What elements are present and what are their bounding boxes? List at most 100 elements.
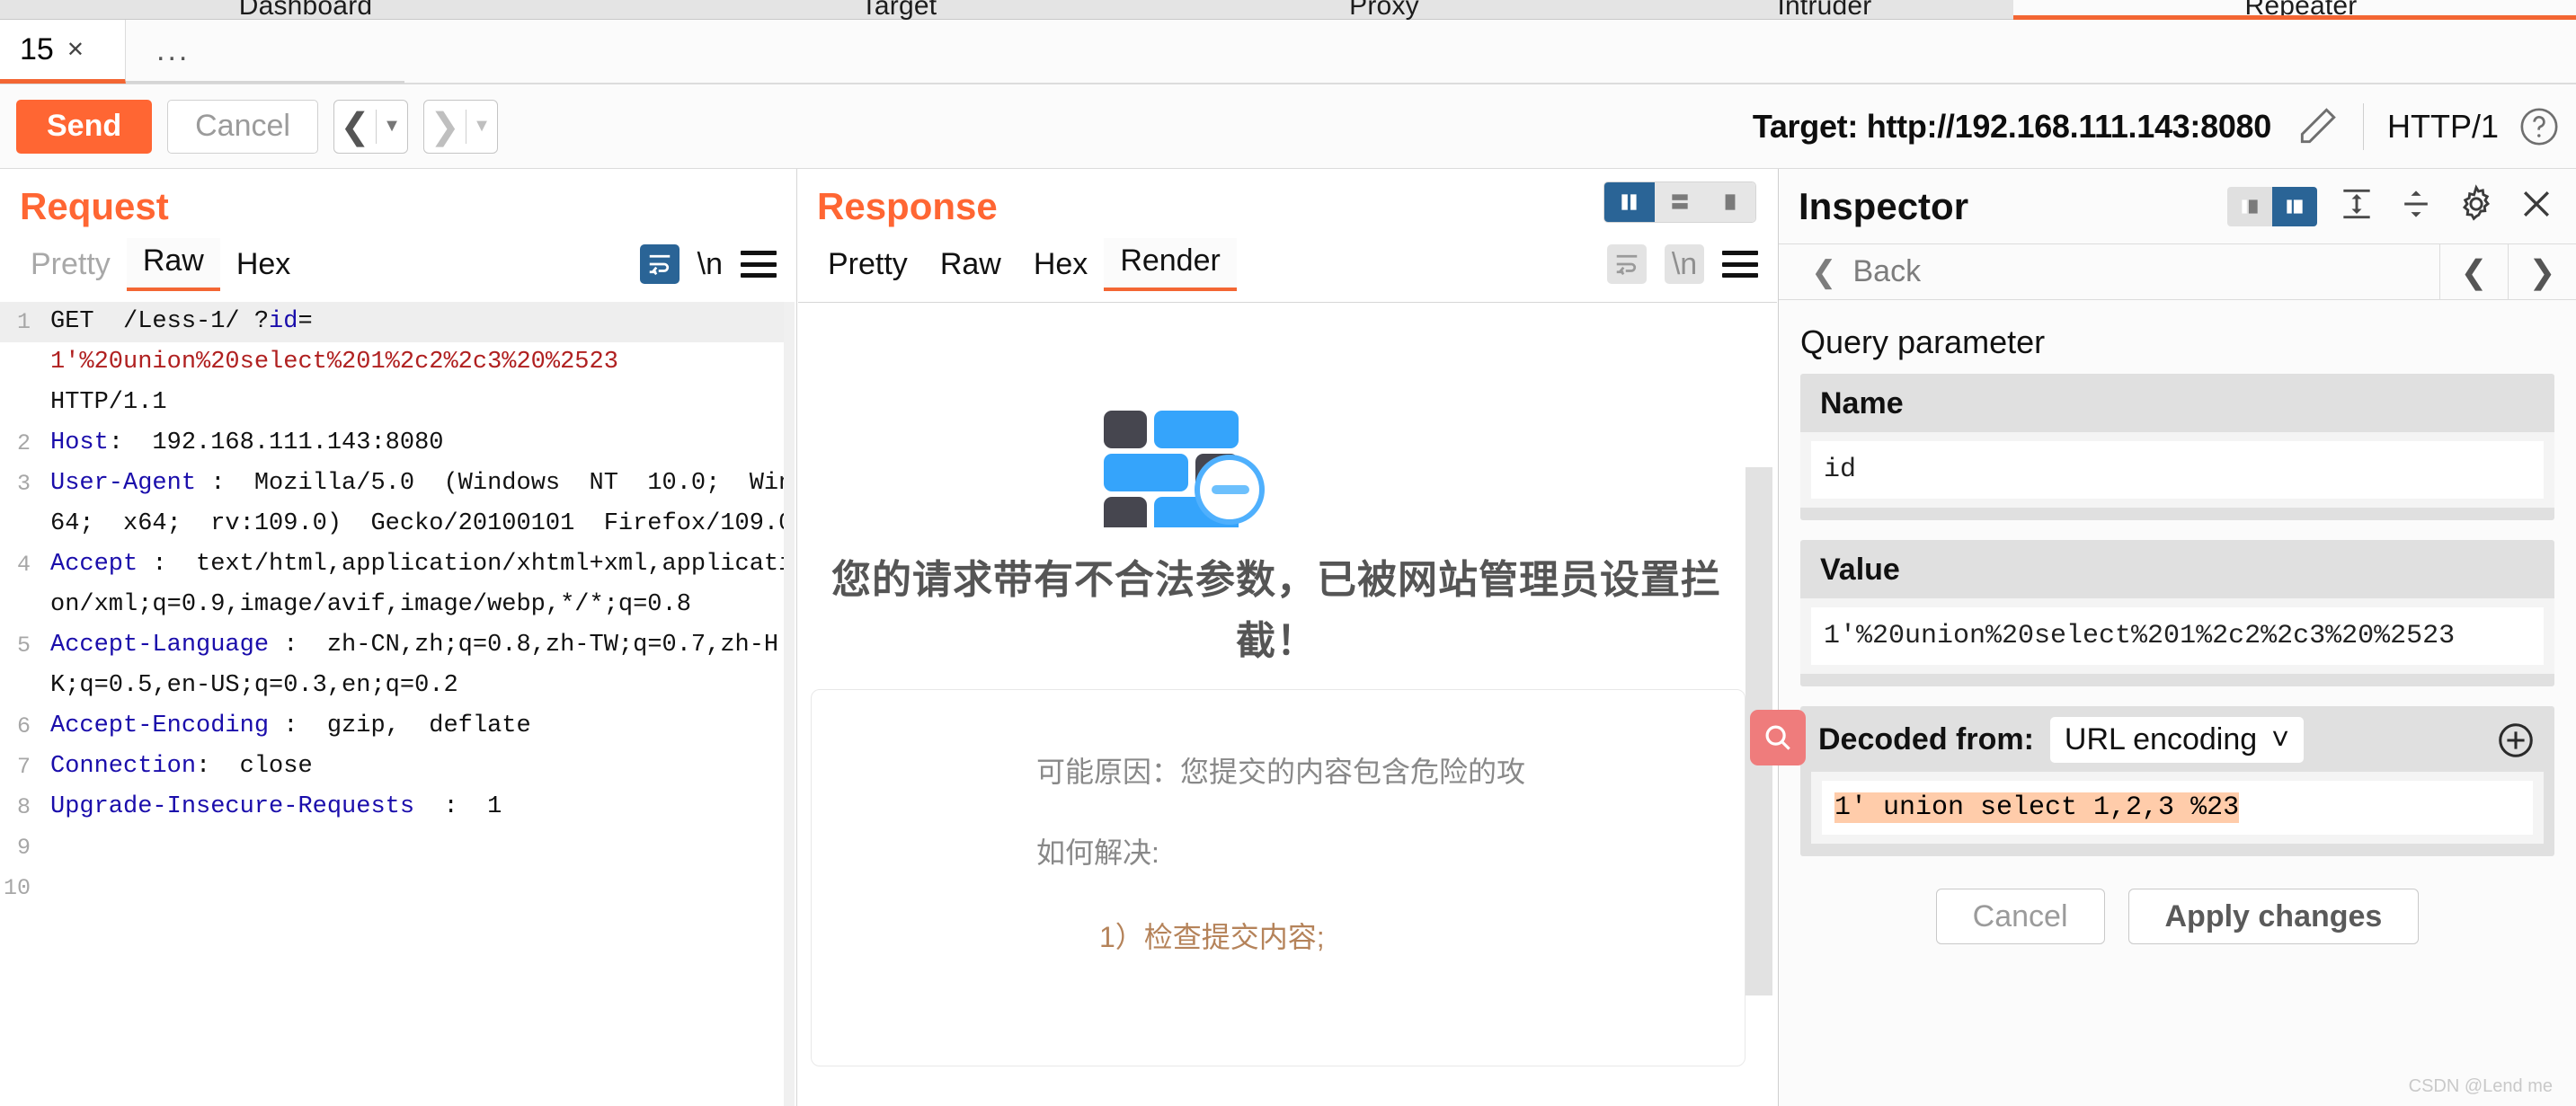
history-forward-button[interactable]: ❯ ▼ xyxy=(422,99,498,154)
cancel-button[interactable]: Cancel xyxy=(167,99,318,154)
tab-response-raw[interactable]: Raw xyxy=(924,242,1017,291)
request-panel: Request Pretty Raw Hex \n 1 GET /Less-1/… xyxy=(0,169,795,1106)
code-segment: = xyxy=(298,308,313,335)
repeater-tab-filler xyxy=(404,20,2576,84)
name-field-group: Name id xyxy=(1800,374,2554,520)
layout-stacked-button[interactable] xyxy=(1655,182,1705,222)
main-tab-intruder[interactable]: Intruder xyxy=(1690,0,1959,20)
close-icon[interactable] xyxy=(2517,184,2556,228)
code-segment: 1'%20union%20select%201%2c2%2c3%20%2523 xyxy=(50,349,618,376)
tab-response-hex[interactable]: Hex xyxy=(1017,242,1104,291)
request-view-tabs: Pretty Raw Hex \n xyxy=(0,228,795,291)
newline-icon[interactable]: \n xyxy=(697,247,723,282)
main-tab-target[interactable]: Target xyxy=(764,0,1034,20)
inspector-collapse-button[interactable] xyxy=(2227,186,2272,226)
line-content[interactable]: Accept-Language : zh-CN,zh;q=0.8,zh-TW;q… xyxy=(38,625,795,706)
line-content[interactable]: GET /Less-1/ ?id= xyxy=(38,302,795,342)
main-tab-dashboard[interactable]: Dashboard xyxy=(171,0,440,20)
newline-icon[interactable]: \n xyxy=(1665,244,1704,284)
request-editor[interactable]: 1 GET /Less-1/ ?id= 1'%20union%20select%20… xyxy=(0,302,795,1106)
back-label: Back xyxy=(1852,254,1922,288)
word-wrap-icon[interactable] xyxy=(639,244,680,284)
line-content[interactable] xyxy=(38,827,795,868)
main-tab-label: Repeater xyxy=(2244,0,2358,20)
line-number: 5 xyxy=(16,633,31,659)
inspector-cancel-button[interactable]: Cancel xyxy=(1935,889,2105,944)
caret-down-icon[interactable]: ▼ xyxy=(466,101,497,153)
tab-response-render[interactable]: Render xyxy=(1104,238,1237,291)
plus-circle-icon[interactable] xyxy=(2495,720,2536,761)
line-content[interactable]: Accept-Encoding : gzip, deflate xyxy=(38,706,795,747)
question-mark-icon[interactable] xyxy=(2518,106,2560,147)
caret-down-icon[interactable]: ▼ xyxy=(377,101,407,153)
tab-request-pretty[interactable]: Pretty xyxy=(14,242,127,291)
http-version-label[interactable]: HTTP/1 xyxy=(2387,108,2499,146)
collapse-all-icon[interactable] xyxy=(2396,184,2436,228)
tab-request-raw[interactable]: Raw xyxy=(126,238,220,291)
decoding-select[interactable]: URL encoding ˅ xyxy=(2049,717,2304,763)
inspector-nav: ❮ Back ❮ ❯ xyxy=(1779,244,2576,300)
line-content[interactable]: Connection: close xyxy=(38,747,795,787)
main-tab-proxy[interactable]: Proxy xyxy=(1249,0,1519,20)
burp-suite-window: Dashboard Target Proxy Intruder Repeater 15 … xyxy=(0,0,2576,1106)
code-segment: GET /Less-1/ ? xyxy=(50,308,270,335)
request-line: 5 Accept-Language : zh-CN,zh;q=0.8,zh-TW;… xyxy=(0,625,795,706)
next-button[interactable]: ❯ xyxy=(2508,244,2576,299)
repeater-tab-label: 15 xyxy=(20,31,54,66)
name-input[interactable]: id xyxy=(1811,441,2544,499)
repeater-tab-15[interactable]: 15 ✕ xyxy=(0,20,126,84)
inspector-expand-button[interactable] xyxy=(2272,186,2317,226)
chevron-left-icon: ❮ xyxy=(1811,254,1837,289)
close-icon[interactable]: ✕ xyxy=(67,37,84,63)
main-tab-label: Proxy xyxy=(1349,0,1419,20)
inspector-buttons: Cancel Apply changes xyxy=(1779,889,2576,944)
gear-icon[interactable] xyxy=(2456,183,2497,229)
value-input[interactable]: 1'%20union%20select%201%2c2%2c3%20%2523 xyxy=(1811,607,2544,665)
line-content[interactable]: Host: 192.168.111.143:8080 xyxy=(38,423,795,464)
line-number xyxy=(0,383,38,423)
line-number: 1 xyxy=(0,302,38,342)
line-content[interactable] xyxy=(38,868,795,908)
line-content[interactable]: 1'%20union%20select%201%2c2%2c3%20%2523 xyxy=(38,342,795,383)
code-segment: Accept-Encoding xyxy=(50,712,270,739)
line-number: 3 xyxy=(16,471,31,497)
line-content[interactable]: HTTP/1.1 xyxy=(38,383,795,423)
block-message: 您的请求带有不合法参数，已被网站管理员设置拦截！ xyxy=(831,558,1721,663)
name-field-box: id xyxy=(1800,432,2554,508)
target-label: Target: http://192.168.111.143:8080 xyxy=(1752,107,2271,145)
layout-single-button[interactable] xyxy=(1705,182,1755,222)
prev-button[interactable]: ❮ xyxy=(2439,244,2508,299)
block-step-1: 1）检查提交内容; xyxy=(1099,921,1325,953)
search-icon[interactable] xyxy=(1750,710,1806,765)
repeater-tab-more[interactable]: ... xyxy=(126,20,404,84)
watermark: CSDN @Lend me xyxy=(2408,1076,2553,1096)
pencil-icon[interactable] xyxy=(2295,104,2340,149)
line-number xyxy=(0,342,38,383)
code-segment: : gzip, deflate xyxy=(269,712,531,739)
apply-changes-button[interactable]: Apply changes xyxy=(2127,889,2420,944)
request-scrollbar[interactable] xyxy=(784,302,795,1106)
layout-side-by-side-button[interactable] xyxy=(1604,182,1655,222)
tab-request-hex[interactable]: Hex xyxy=(220,242,306,291)
tab-response-pretty[interactable]: Pretty xyxy=(812,242,924,291)
expand-all-icon[interactable] xyxy=(2337,184,2376,228)
history-back-button[interactable]: ❮ ▼ xyxy=(333,99,408,154)
decoded-value-field[interactable]: 1' union select 1,2,3 %23 xyxy=(1822,781,2533,835)
line-content[interactable]: User-Agent : Mozilla/5.0 (Windows NT 10.… xyxy=(38,464,795,544)
word-wrap-icon[interactable] xyxy=(1607,244,1647,284)
line-content[interactable]: Upgrade-Insecure-Requests : 1 xyxy=(38,787,795,827)
action-bar: Send Cancel ❮ ▼ ❯ ▼ Target: http://192.1… xyxy=(0,84,2576,169)
repeater-tab-row: 15 ✕ ... xyxy=(0,20,2576,84)
decoded-from-header: Decoded from: URL encoding ˅ xyxy=(1800,706,2554,772)
line-number: 4 xyxy=(16,552,31,578)
hamburger-menu-icon[interactable] xyxy=(741,251,777,278)
send-button[interactable]: Send xyxy=(16,99,153,154)
back-button[interactable]: ❮ Back xyxy=(1779,254,1921,290)
decoded-from-group: Decoded from: URL encoding ˅ 1' union se… xyxy=(1750,706,2554,856)
hamburger-menu-icon[interactable] xyxy=(1722,251,1758,278)
response-scrollbar[interactable] xyxy=(1745,304,1776,1106)
main-tab-repeater[interactable]: Repeater xyxy=(2013,0,2576,20)
line-content[interactable]: Accept : text/html,application/xhtml+xml… xyxy=(38,544,795,625)
decoded-value-box: 1' union select 1,2,3 %23 xyxy=(1811,772,2544,844)
request-line: 10 xyxy=(0,868,795,908)
